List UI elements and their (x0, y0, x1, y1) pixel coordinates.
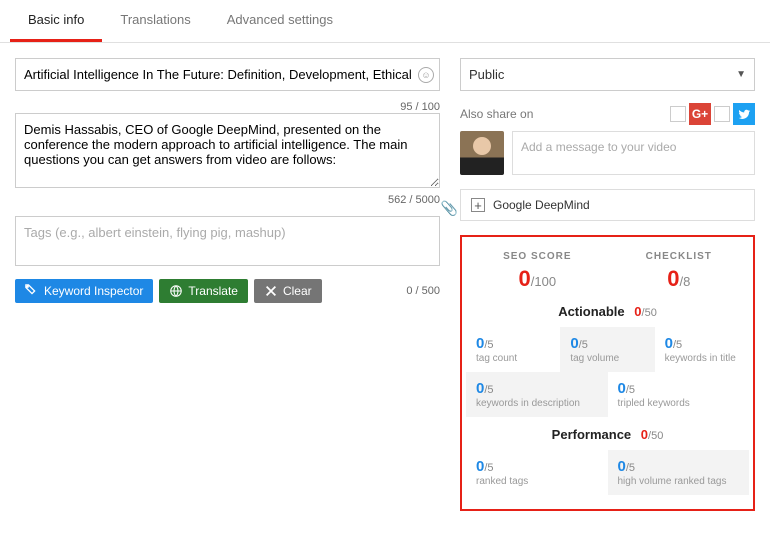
emoji-picker-icon[interactable]: ☺ (418, 67, 434, 83)
tags-char-count: 0 / 500 (406, 285, 440, 297)
metric-tag-count: 0/5 tag count (466, 327, 560, 372)
button-label: Translate (188, 284, 238, 298)
close-icon (264, 284, 278, 298)
privacy-value: Public (469, 67, 504, 82)
metric-keywords-description: 0/5 keywords in description (466, 372, 608, 417)
gplus-icon[interactable]: G+ (689, 103, 711, 125)
performance-header: Performance 0/50 (466, 427, 749, 442)
metric-keywords-title: 0/5 keywords in title (655, 327, 749, 372)
privacy-select[interactable]: Public ▼ (460, 58, 755, 91)
seo-score-label: SEO SCORE (503, 251, 571, 262)
checklist-label: CHECKLIST (646, 251, 712, 262)
share-gplus-checkbox[interactable] (670, 106, 686, 122)
tab-translations[interactable]: Translations (102, 0, 208, 42)
title-char-count: 95 / 100 (15, 101, 440, 113)
share-message-input[interactable]: Add a message to your video (512, 131, 755, 175)
tag-icon (25, 284, 39, 298)
suggested-tag-label: Google DeepMind (493, 198, 590, 212)
translate-button[interactable]: Translate (159, 279, 248, 303)
globe-icon (169, 284, 183, 298)
title-input[interactable] (15, 58, 440, 91)
tab-advanced-settings[interactable]: Advanced settings (209, 0, 351, 42)
description-textarea[interactable]: Demis Hassabis, CEO of Google DeepMind, … (15, 113, 440, 188)
plus-icon: + (471, 198, 485, 212)
suggested-tag[interactable]: + Google DeepMind (460, 189, 755, 221)
checklist-value: 0/8 (646, 266, 712, 292)
metric-tag-volume: 0/5 tag volume (560, 327, 654, 372)
seo-panel: SEO SCORE 0/100 CHECKLIST 0/8 Actionable… (460, 235, 755, 511)
attachment-icon[interactable]: 📎 (441, 200, 458, 217)
clear-button[interactable]: Clear (254, 279, 322, 303)
button-label: Clear (283, 284, 312, 298)
avatar (460, 131, 504, 175)
share-twitter-checkbox[interactable] (714, 106, 730, 122)
seo-score-value: 0/100 (503, 266, 571, 292)
actionable-header: Actionable 0/50 (466, 304, 749, 319)
keyword-inspector-button[interactable]: Keyword Inspector (15, 279, 153, 303)
button-label: Keyword Inspector (44, 284, 143, 298)
tags-input[interactable] (15, 216, 440, 266)
tab-basic-info[interactable]: Basic info (10, 0, 102, 42)
tab-bar: Basic info Translations Advanced setting… (0, 0, 770, 43)
metric-ranked-tags: 0/5 ranked tags (466, 450, 608, 495)
share-label: Also share on (460, 107, 533, 121)
twitter-icon[interactable] (733, 103, 755, 125)
metric-tripled-keywords: 0/5 tripled keywords (608, 372, 750, 417)
description-char-count: 562 / 5000 (15, 194, 440, 206)
metric-high-volume-ranked: 0/5 high volume ranked tags (608, 450, 750, 495)
chevron-down-icon: ▼ (736, 69, 746, 80)
